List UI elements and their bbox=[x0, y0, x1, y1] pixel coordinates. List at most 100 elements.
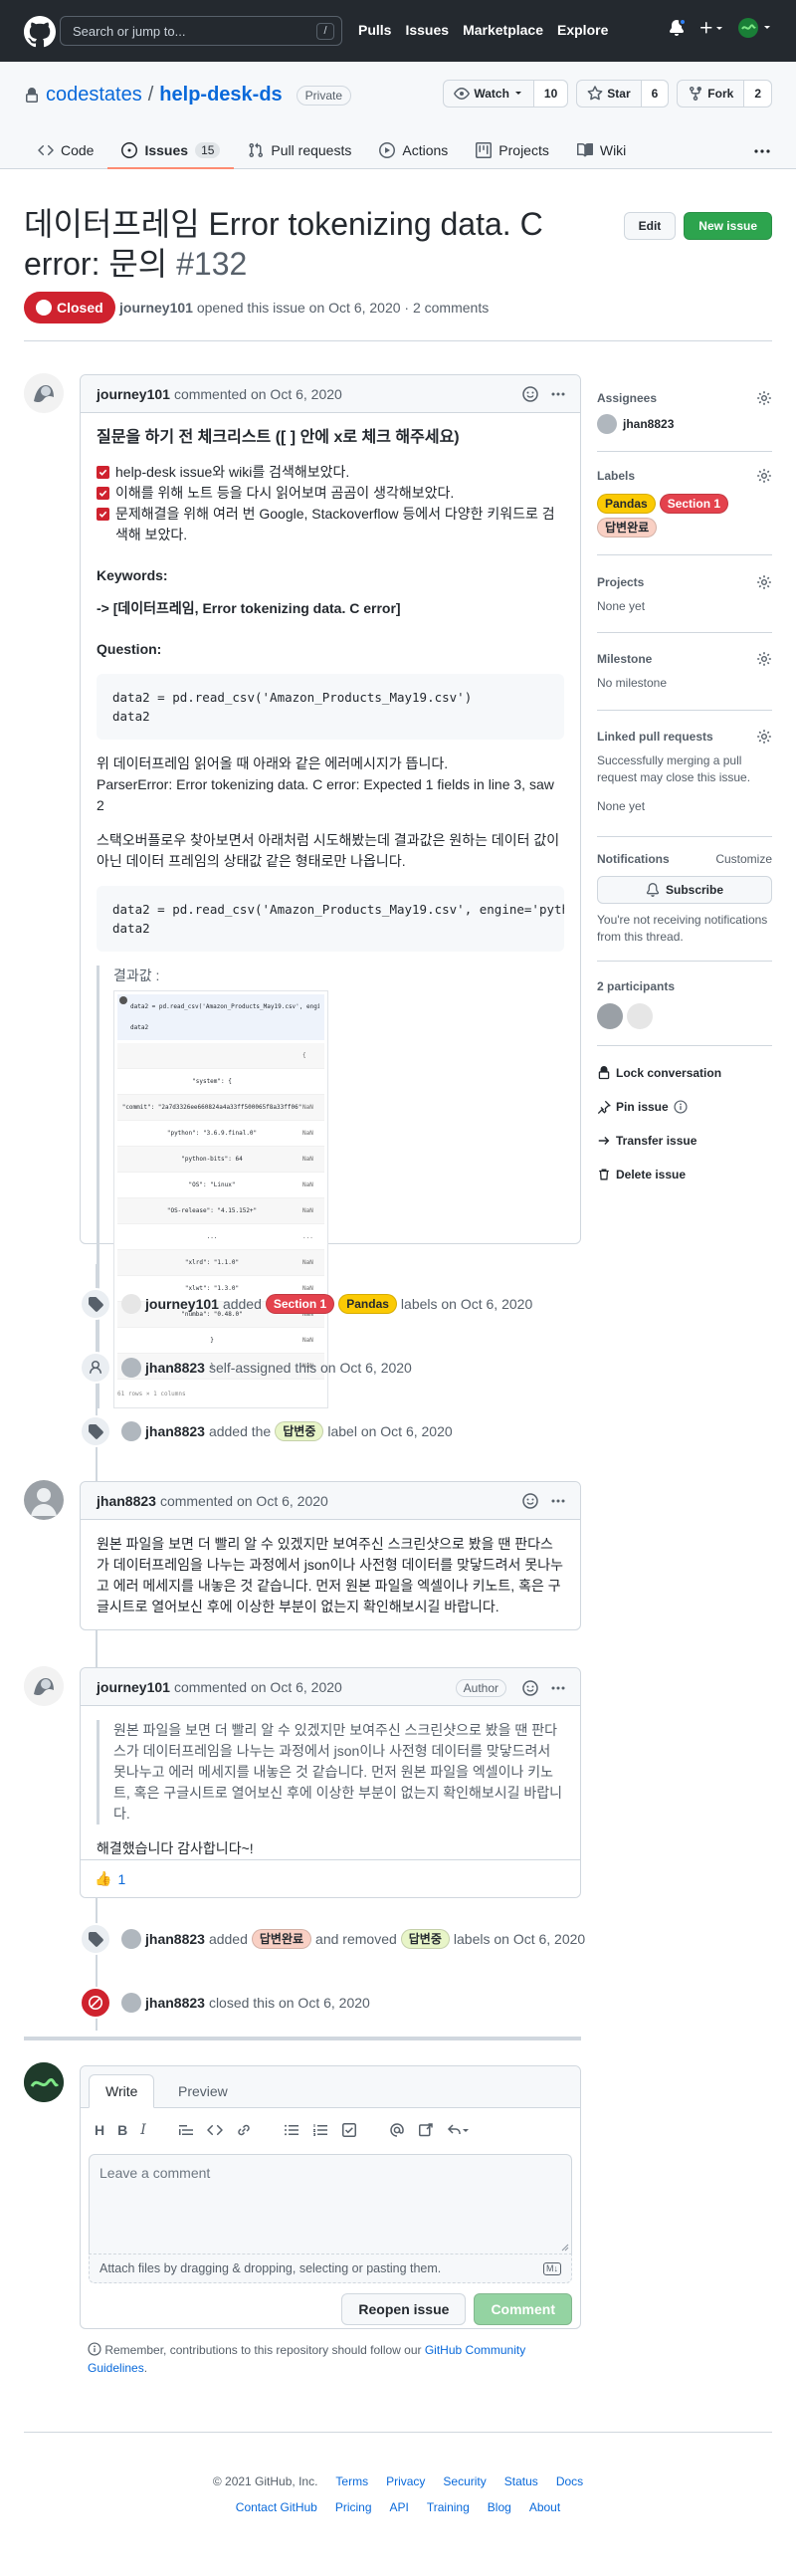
write-tab[interactable]: Write bbox=[89, 2074, 155, 2108]
avatar[interactable] bbox=[597, 414, 617, 434]
watch-count[interactable]: 10 bbox=[532, 81, 568, 107]
transfer-issue-button[interactable]: Transfer issue bbox=[597, 1134, 696, 1148]
issue-author-link[interactable]: journey101 bbox=[119, 300, 193, 316]
nav-issues[interactable]: Issues bbox=[405, 22, 449, 38]
tab-projects[interactable]: Projects bbox=[462, 133, 563, 169]
attach-files-area[interactable]: Attach files by dragging & dropping, sel… bbox=[89, 2254, 572, 2283]
event-actor[interactable]: jhan8823 bbox=[145, 1931, 205, 1947]
task-list-icon[interactable] bbox=[341, 2122, 357, 2138]
label-done[interactable]: 답변완료 bbox=[597, 518, 658, 537]
label-pandas[interactable]: Pandas bbox=[338, 1294, 397, 1314]
tab-actions[interactable]: Actions bbox=[365, 133, 462, 169]
star-count[interactable]: 6 bbox=[640, 81, 669, 107]
bold-tool[interactable]: B bbox=[117, 2122, 127, 2138]
avatar[interactable] bbox=[121, 1294, 141, 1314]
footer-link-api[interactable]: API bbox=[390, 2500, 409, 2514]
preview-tab[interactable]: Preview bbox=[162, 2074, 244, 2108]
fork-button[interactable]: Fork bbox=[678, 81, 743, 107]
avatar[interactable] bbox=[121, 1358, 141, 1378]
label-done[interactable]: 답변완료 bbox=[251, 1929, 312, 1949]
new-issue-button[interactable]: New issue bbox=[684, 212, 772, 240]
footer-link-about[interactable]: About bbox=[529, 2500, 560, 2514]
footer-link-privacy[interactable]: Privacy bbox=[386, 2474, 425, 2488]
watch-button[interactable]: Watch bbox=[444, 81, 533, 107]
label-section-1[interactable]: Section 1 bbox=[659, 494, 729, 514]
gear-icon[interactable] bbox=[756, 390, 772, 406]
label-answering[interactable]: 답변중 bbox=[400, 1929, 450, 1949]
label-answering[interactable]: 답변중 bbox=[275, 1421, 324, 1441]
cross-reference-icon[interactable] bbox=[418, 2122, 434, 2138]
assignee-name[interactable]: jhan8823 bbox=[623, 416, 674, 433]
footer-link-security[interactable]: Security bbox=[443, 2474, 486, 2488]
edit-button[interactable]: Edit bbox=[623, 212, 677, 240]
gear-icon[interactable] bbox=[756, 468, 772, 484]
footer-link-pricing[interactable]: Pricing bbox=[335, 2500, 372, 2514]
comment-textarea[interactable]: Leave a comment bbox=[89, 2154, 572, 2254]
footer-link-contact[interactable]: Contact GitHub bbox=[236, 2500, 317, 2514]
repo-owner-link[interactable]: codestates bbox=[46, 84, 142, 107]
bell-icon[interactable] bbox=[669, 18, 687, 36]
comment-button[interactable]: Comment bbox=[474, 2293, 572, 2325]
event-actor[interactable]: journey101 bbox=[145, 1296, 219, 1312]
avatar[interactable] bbox=[24, 373, 64, 413]
nav-marketplace[interactable]: Marketplace bbox=[463, 22, 543, 38]
avatar[interactable] bbox=[24, 1666, 64, 1706]
comment-author[interactable]: journey101 bbox=[97, 386, 170, 402]
fork-count[interactable]: 2 bbox=[743, 81, 771, 107]
avatar[interactable] bbox=[121, 1929, 141, 1949]
tab-issues[interactable]: Issues 15 bbox=[107, 133, 235, 169]
avatar[interactable] bbox=[24, 2062, 64, 2102]
github-logo-icon[interactable] bbox=[24, 16, 56, 48]
footer-link-blog[interactable]: Blog bbox=[488, 2500, 511, 2514]
unordered-list-icon[interactable] bbox=[284, 2122, 299, 2138]
gear-icon[interactable] bbox=[756, 729, 772, 745]
subscribe-button[interactable]: Subscribe bbox=[597, 876, 772, 904]
search-input[interactable]: Search or jump to... / bbox=[60, 16, 342, 46]
avatar[interactable] bbox=[627, 1003, 653, 1029]
code-icon[interactable] bbox=[207, 2122, 223, 2138]
avatar[interactable] bbox=[121, 1993, 141, 2013]
customize-link[interactable]: Customize bbox=[715, 852, 772, 866]
tab-pull-requests[interactable]: Pull requests bbox=[234, 133, 365, 169]
more-horizontal-icon[interactable] bbox=[752, 141, 772, 161]
heading-tool[interactable]: H bbox=[95, 2122, 104, 2138]
markdown-icon[interactable]: M↓ bbox=[543, 2262, 561, 2275]
gear-icon[interactable] bbox=[756, 651, 772, 667]
star-button[interactable]: Star bbox=[577, 81, 640, 107]
delete-issue-button[interactable]: Delete issue bbox=[597, 1168, 686, 1181]
event-actor[interactable]: jhan8823 bbox=[145, 1423, 205, 1439]
nav-explore[interactable]: Explore bbox=[557, 22, 608, 38]
comment-author[interactable]: jhan8823 bbox=[97, 1493, 156, 1509]
ordered-list-icon[interactable] bbox=[312, 2122, 328, 2138]
avatar[interactable] bbox=[121, 1421, 141, 1441]
footer-link-docs[interactable]: Docs bbox=[556, 2474, 583, 2488]
label-pandas[interactable]: Pandas bbox=[597, 494, 656, 514]
tab-wiki[interactable]: Wiki bbox=[563, 133, 640, 169]
comment-time[interactable]: commented on Oct 6, 2020 bbox=[174, 1679, 342, 1695]
quote-icon[interactable] bbox=[178, 2122, 194, 2138]
user-avatar-dropdown[interactable] bbox=[738, 18, 774, 38]
event-actor[interactable]: jhan8823 bbox=[145, 1360, 205, 1376]
link-icon[interactable] bbox=[236, 2122, 252, 2138]
reopen-issue-button[interactable]: Reopen issue bbox=[341, 2293, 467, 2325]
italic-tool[interactable]: I bbox=[140, 2122, 146, 2138]
footer-link-training[interactable]: Training bbox=[427, 2500, 470, 2514]
thumbs-up-reaction[interactable]: 👍 1 bbox=[95, 1870, 125, 1887]
pin-issue-button[interactable]: Pin issue bbox=[597, 1100, 688, 1114]
repo-name-link[interactable]: help-desk-ds bbox=[159, 84, 282, 107]
lock-conversation-button[interactable]: Lock conversation bbox=[597, 1066, 721, 1080]
reply-dropdown-icon[interactable] bbox=[447, 2122, 469, 2138]
label-section-1[interactable]: Section 1 bbox=[265, 1294, 335, 1314]
nav-pulls[interactable]: Pulls bbox=[358, 22, 391, 38]
event-actor[interactable]: jhan8823 bbox=[145, 1995, 205, 2011]
gear-icon[interactable] bbox=[756, 574, 772, 590]
tab-code[interactable]: Code bbox=[24, 133, 107, 169]
mention-icon[interactable] bbox=[389, 2122, 405, 2138]
avatar[interactable] bbox=[597, 1003, 623, 1029]
footer-link-status[interactable]: Status bbox=[504, 2474, 538, 2488]
comment-author[interactable]: journey101 bbox=[97, 1679, 170, 1695]
comment-time[interactable]: commented on Oct 6, 2020 bbox=[174, 386, 342, 402]
avatar[interactable] bbox=[24, 1480, 64, 1520]
plus-dropdown-icon[interactable] bbox=[698, 20, 724, 36]
comment-time[interactable]: commented on Oct 6, 2020 bbox=[160, 1493, 328, 1509]
